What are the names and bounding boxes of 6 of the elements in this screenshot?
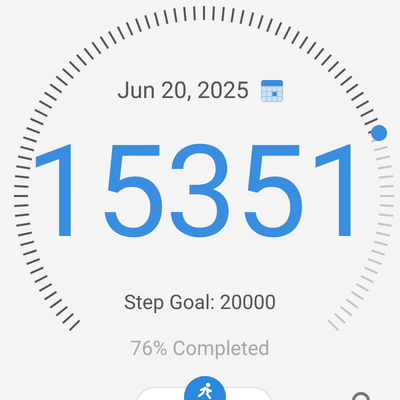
step-count: 15351: [25, 128, 375, 256]
calendar-icon[interactable]: [260, 80, 283, 102]
step-goal-label: Step Goal: 20000: [124, 288, 276, 316]
completion-label: 76% Completed: [130, 334, 270, 362]
date-label: Jun 20, 2025: [117, 76, 249, 106]
running-figure-icon: [196, 382, 214, 400]
